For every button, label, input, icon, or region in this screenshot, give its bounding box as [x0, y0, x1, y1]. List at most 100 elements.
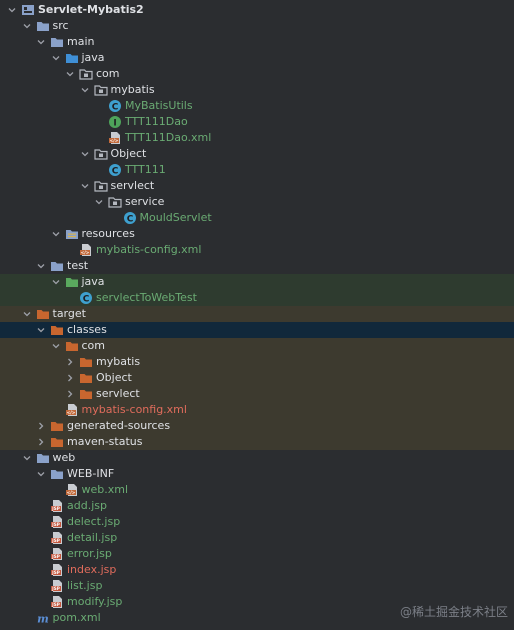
chevron-down-icon[interactable] — [21, 306, 33, 322]
tree-node[interactable]: JSP delect.jsp — [0, 514, 514, 530]
tree-node-label: src — [52, 19, 69, 32]
chevron-down-icon[interactable] — [50, 338, 62, 354]
svg-text:C: C — [112, 102, 119, 112]
chevron-down-icon[interactable] — [93, 194, 105, 210]
chevron-down-icon[interactable] — [79, 178, 91, 194]
tree-node[interactable]: CservlectToWebTest — [0, 290, 514, 306]
tree-node[interactable]: classes — [0, 322, 514, 338]
svg-text:JSP: JSP — [51, 602, 60, 607]
tree-node[interactable]: mybatis — [0, 82, 514, 98]
tree-node-label: java — [81, 51, 105, 64]
tree-node-label: target — [52, 307, 86, 320]
xml-file-icon: </> — [65, 403, 79, 417]
tree-node[interactable]: JSP error.jsp — [0, 546, 514, 562]
tree-node-label: Servlet-Mybatis2 — [38, 3, 144, 16]
jsp-file-icon: JSP — [50, 547, 64, 561]
tree-node[interactable]: maven-status — [0, 434, 514, 450]
tree-node-label: modify.jsp — [67, 595, 123, 608]
tree-node[interactable]: service — [0, 194, 514, 210]
svg-text:JSP: JSP — [51, 554, 60, 559]
package-icon — [93, 147, 108, 161]
tree-node-label: mybatis — [96, 355, 141, 368]
chevron-right-icon[interactable] — [64, 354, 76, 370]
chevron-down-icon[interactable] — [64, 66, 76, 82]
excluded-folder-icon — [79, 355, 93, 369]
tree-node[interactable]: JSP list.jsp — [0, 578, 514, 594]
tree-node[interactable]: I TTT111Dao — [0, 114, 514, 130]
resources-folder-icon — [65, 227, 79, 241]
tree-node-label: web.xml — [81, 483, 129, 496]
chevron-down-icon[interactable] — [79, 82, 91, 98]
tree-node-label: pom.xml — [52, 611, 101, 624]
tree-node[interactable]: resources — [0, 226, 514, 242]
chevron-down-icon[interactable] — [79, 146, 91, 162]
tree-node[interactable]: servlect — [0, 178, 514, 194]
tree-node[interactable]: </> mybatis-config.xml — [0, 402, 514, 418]
chevron-down-icon[interactable] — [50, 226, 62, 242]
chevron-down-icon[interactable] — [35, 34, 47, 50]
chevron-down-icon[interactable] — [6, 2, 18, 18]
chevron-right-icon[interactable] — [64, 370, 76, 386]
chevron-down-icon[interactable] — [21, 450, 33, 466]
chevron-right-icon[interactable] — [35, 434, 47, 450]
tree-node[interactable]: java — [0, 50, 514, 66]
tree-node-label: servlect — [110, 179, 155, 192]
xml-file-icon: </> — [79, 243, 93, 257]
tree-node[interactable]: target — [0, 306, 514, 322]
tree-node[interactable]: mybatis — [0, 354, 514, 370]
tree-node[interactable]: JSP detail.jsp — [0, 530, 514, 546]
tree-node-label: error.jsp — [67, 547, 112, 560]
tree-node[interactable]: </> TTT111Dao.xml — [0, 130, 514, 146]
excluded-folder-icon — [50, 323, 64, 337]
tree-node-label: servlect — [96, 387, 140, 400]
tree-node[interactable]: java — [0, 274, 514, 290]
tree-node[interactable]: web — [0, 450, 514, 466]
svg-text:C: C — [112, 166, 119, 176]
tree-node-label: mybatis — [110, 83, 155, 96]
tree-node[interactable]: com — [0, 66, 514, 82]
tree-node[interactable]: main — [0, 34, 514, 50]
tree-node[interactable]: C MouldServlet — [0, 210, 514, 226]
tree-node[interactable]: generated-sources — [0, 418, 514, 434]
svg-text:</>: </> — [81, 250, 90, 255]
tree-node[interactable]: JSP add.jsp — [0, 498, 514, 514]
tree-node-label: WEB-INF — [67, 467, 115, 480]
chevron-right-icon[interactable] — [64, 386, 76, 402]
chevron-right-icon[interactable] — [35, 418, 47, 434]
chevron-down-icon[interactable] — [35, 322, 47, 338]
excluded-folder-icon — [36, 307, 50, 321]
tree-node[interactable]: src — [0, 18, 514, 34]
tree-node[interactable]: Object — [0, 146, 514, 162]
tree-node[interactable]: Servlet-Mybatis2 — [0, 2, 514, 18]
tree-node-label: maven-status — [67, 435, 143, 448]
tree-node[interactable]: com — [0, 338, 514, 354]
tree-node-label: add.jsp — [67, 499, 107, 512]
package-icon — [108, 195, 122, 209]
tree-node[interactable]: JSP index.jsp — [0, 562, 514, 578]
tree-node[interactable]: servlect — [0, 386, 514, 402]
tree-node[interactable]: WEB-INF — [0, 466, 514, 482]
watermark: @稀土掘金技术社区 — [399, 605, 508, 619]
chevron-down-icon[interactable] — [50, 274, 62, 290]
tree-node[interactable]: </> web.xml — [0, 482, 514, 498]
tree-node[interactable]: Object — [0, 370, 514, 386]
jsp-file-icon: JSP — [50, 499, 64, 513]
chevron-down-icon[interactable] — [35, 258, 47, 274]
test-source-folder-icon — [65, 275, 79, 289]
tree-node-label: service — [125, 195, 165, 208]
tree-node[interactable]: </> mybatis-config.xml — [0, 242, 514, 258]
tree-node-label: TTT111Dao — [125, 115, 188, 128]
svg-text:JSP: JSP — [51, 522, 60, 527]
chevron-down-icon[interactable] — [50, 50, 62, 66]
xml-file-icon: </> — [65, 483, 79, 497]
tree-node[interactable]: C MyBatisUtils — [0, 98, 514, 114]
jsp-file-icon: JSP — [50, 595, 64, 609]
svg-text:JSP: JSP — [51, 586, 60, 591]
tree-node[interactable]: test — [0, 258, 514, 274]
excluded-folder-icon — [79, 371, 93, 385]
chevron-down-icon[interactable] — [35, 466, 47, 482]
jsp-file-icon: JSP — [50, 579, 64, 593]
folder-icon — [50, 35, 64, 49]
tree-node[interactable]: C TTT111 — [0, 162, 514, 178]
chevron-down-icon[interactable] — [21, 18, 33, 34]
